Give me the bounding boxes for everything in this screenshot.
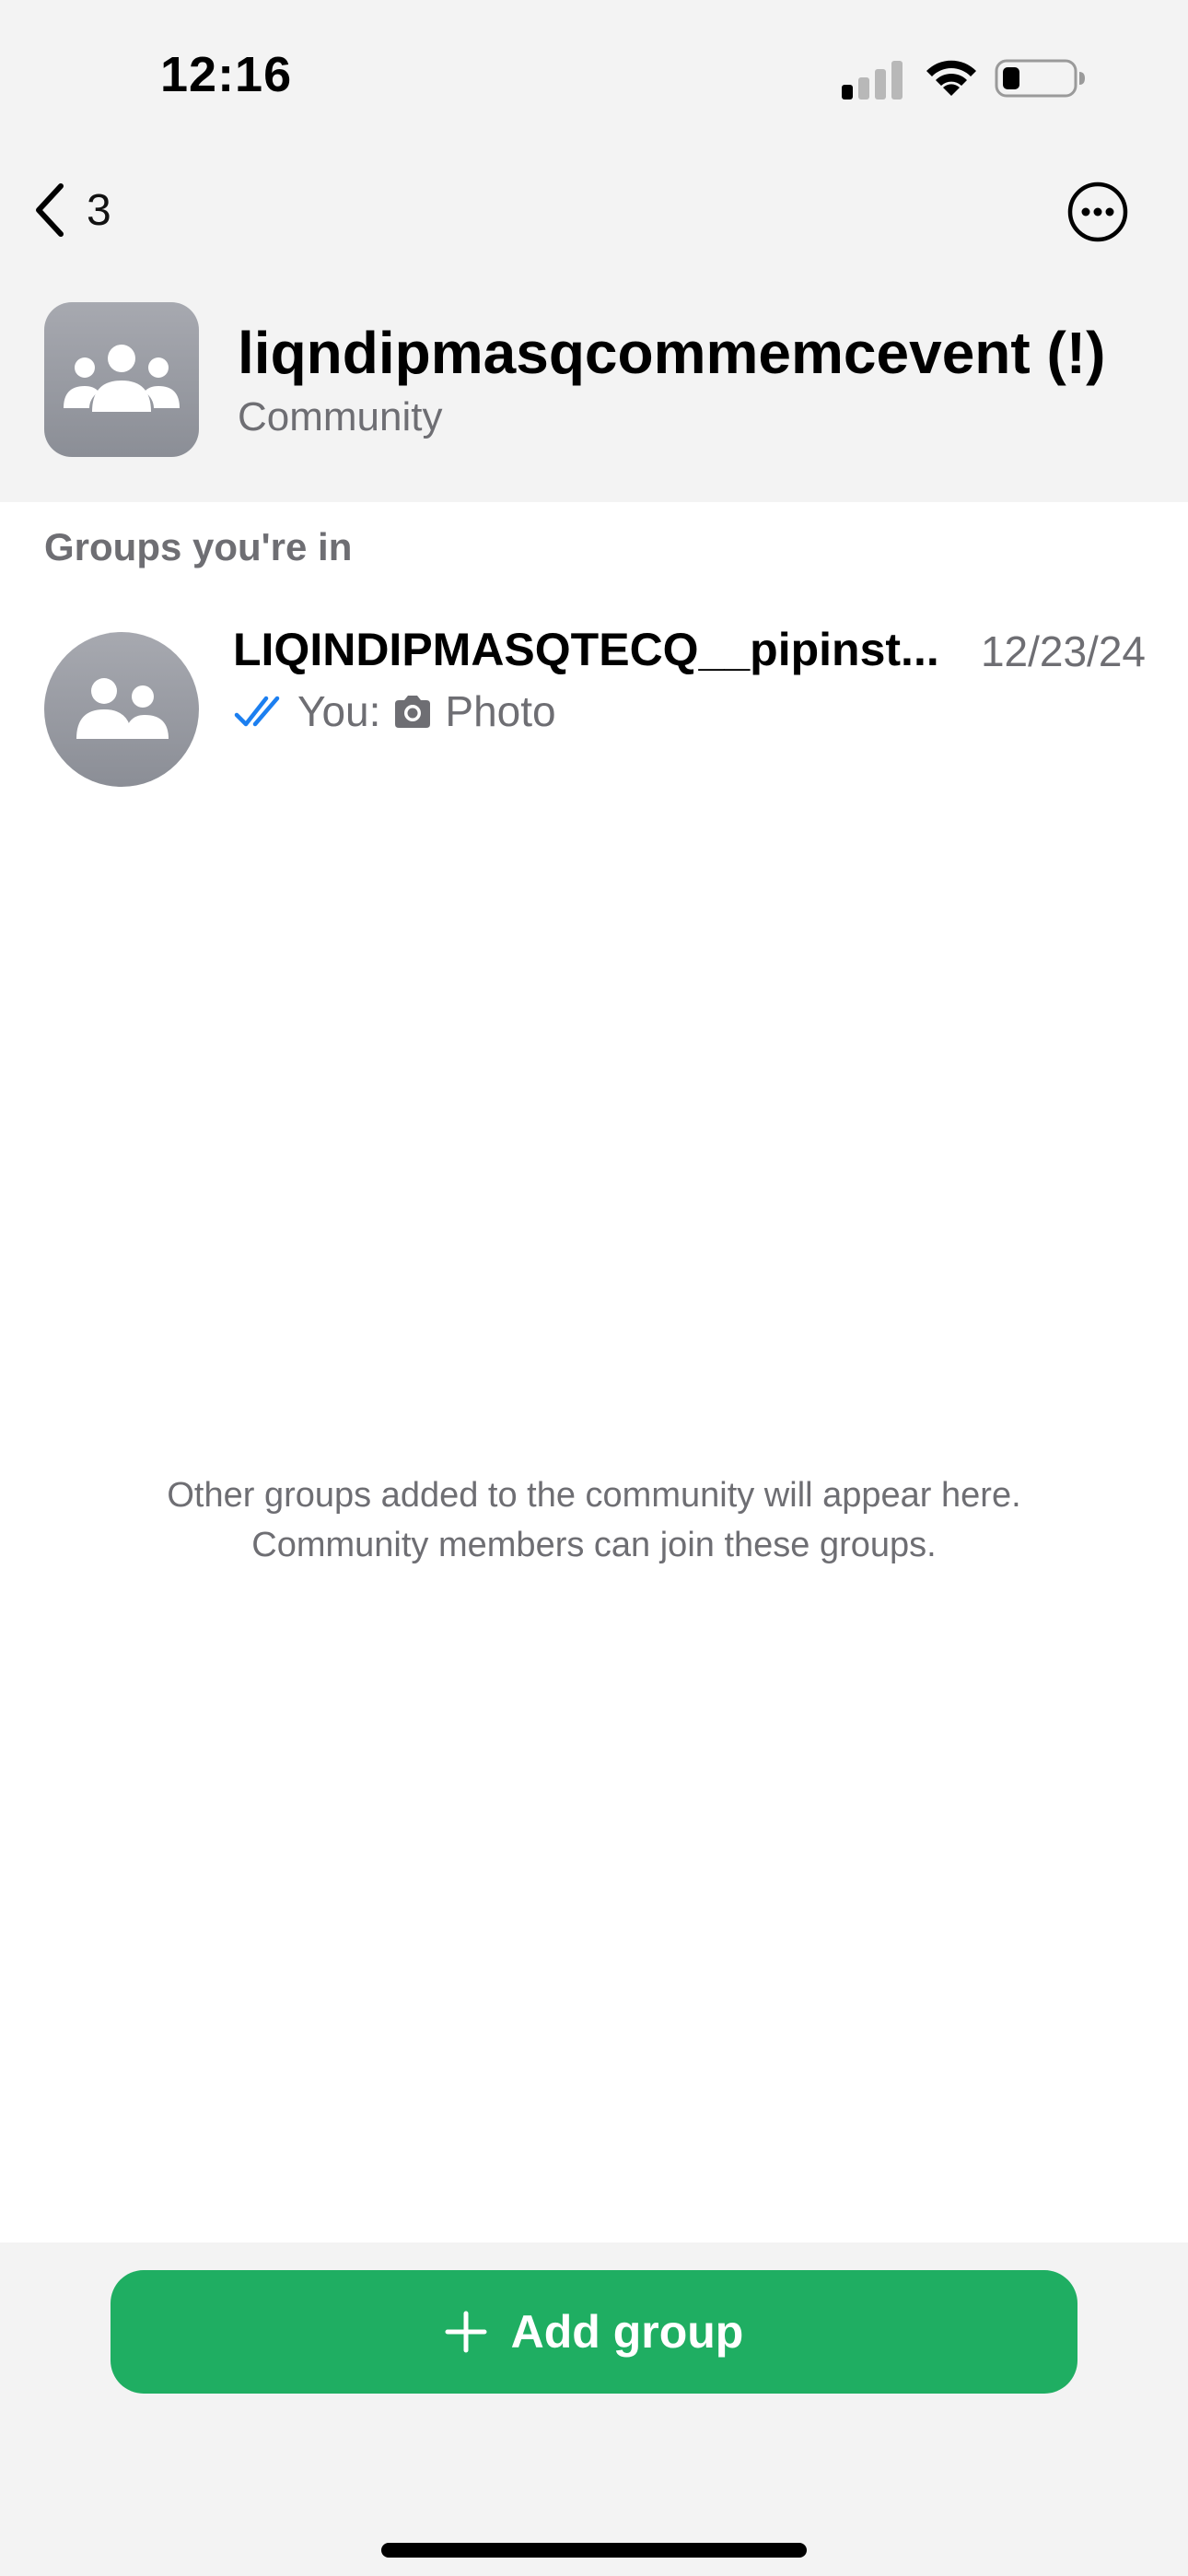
people-group-icon (76, 678, 169, 739)
people-group-icon (64, 345, 180, 412)
more-options-icon[interactable] (1066, 181, 1129, 243)
message-sender: You: (297, 687, 381, 735)
back-count: 3 (87, 185, 111, 235)
empty-state-message: Other groups added to the community will… (0, 1470, 1188, 1570)
group-last-message-date: 12/23/24 (980, 627, 1146, 675)
add-group-button[interactable]: Add group (111, 2270, 1077, 2394)
wifi-icon (926, 60, 976, 96)
cellular-signal-icon (842, 61, 903, 100)
empty-state-line-1: Other groups added to the community will… (167, 1476, 1021, 1515)
back-button[interactable]: 3 (29, 175, 111, 245)
home-indicator[interactable] (381, 2543, 807, 2558)
message-preview-text: Photo (445, 687, 556, 735)
group-last-message-preview: You: Photo (233, 684, 556, 739)
add-group-label: Add group (510, 2306, 744, 2358)
status-time: 12:16 (160, 47, 293, 102)
battery-icon (995, 59, 1085, 98)
empty-state-line-2: Community members can join these groups. (251, 1526, 937, 1564)
section-header-groups: Groups you're in (44, 525, 353, 568)
back-chevron-icon (36, 183, 64, 237)
community-subtitle: Community (238, 394, 443, 439)
camera-icon (395, 696, 431, 728)
community-avatar[interactable] (44, 302, 199, 457)
group-list-item[interactable]: LIQINDIPMASQTECQ__pipinst... 12/23/24 Yo… (0, 608, 1188, 792)
group-avatar (44, 632, 199, 787)
group-name: LIQINDIPMASQTECQ__pipinst... (233, 624, 939, 675)
double-check-read-icon (234, 696, 280, 727)
community-title: liqndipmasqcommemcevent (!) (238, 320, 1106, 386)
plus-icon (445, 2311, 487, 2353)
